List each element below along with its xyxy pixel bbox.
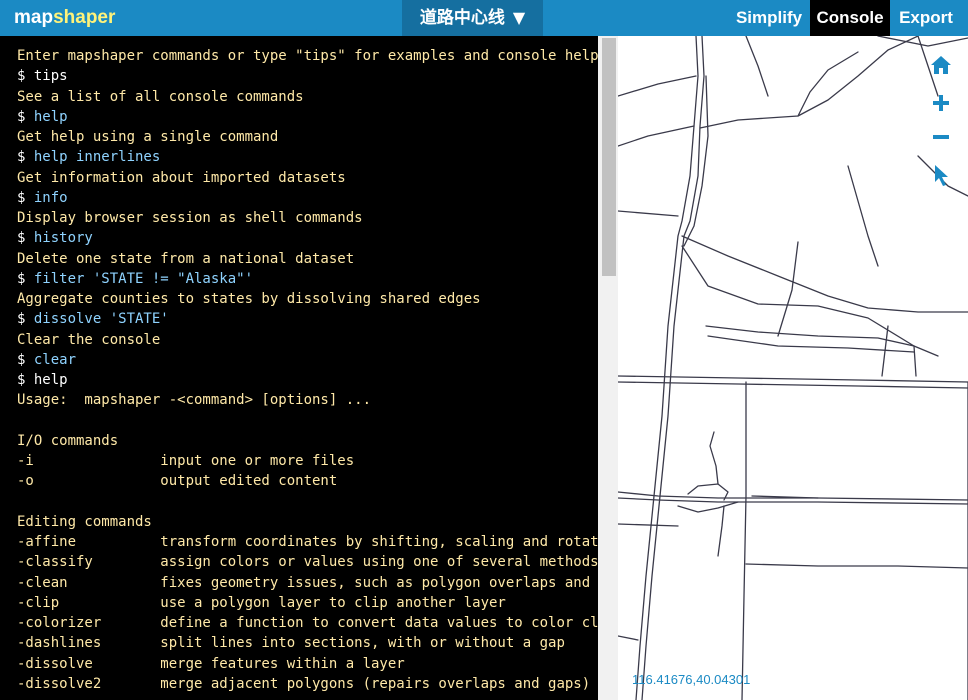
prompt-symbol: $ [17,270,34,287]
command-text: help innerlines [33,149,161,166]
console-message-line: Delete one state from a national dataset [17,250,355,267]
console-message-line: Aggregate counties to states by dissolvi… [17,291,481,307]
map-coordinates-readout: 116.41676,40.04301 [632,672,751,687]
console-message-line: Clear the console [17,331,161,348]
app-logo: mapshaper [14,0,115,36]
console-message-line: -i input one or more files [17,453,355,469]
logo-text-shaper: shaper [53,7,116,28]
console-command-line: $ dissolve 'STATE' [17,309,597,329]
home-icon[interactable] [928,52,954,78]
command-text: clear [33,351,77,368]
console-message-line: -clean fixes geometry issues, such as po… [17,574,618,591]
console-command-line: $ info [17,188,597,208]
prompt-symbol: $ [17,311,34,328]
layer-menu-button[interactable]: 道路中心线 ▼ [402,0,543,36]
console-command-line: $ help [17,107,597,127]
zoom-in-icon[interactable] [928,90,954,116]
command-text: info [33,189,68,206]
console-message-line: -affine transform coordinates by shiftin… [17,534,618,550]
prompt-symbol: $ [17,189,34,206]
prompt-symbol: $ [17,372,34,388]
command-text: history [33,230,93,247]
console-message-line: Enter mapshaper commands or type "tips" … [17,48,599,64]
console-message-line: I/O commands [17,432,119,449]
pointer-icon[interactable] [928,162,954,188]
console-message-line: -o output edited content [17,473,338,490]
layer-name: 道路中心线 [419,8,505,28]
console-command-line: $ help innerlines [17,147,597,167]
console-message-line: Get information about imported datasets [17,169,346,186]
export-button[interactable]: Export [891,0,961,36]
console-message-line: -dissolve merge features within a layer [17,655,405,672]
console-message-line: Editing commands [17,513,152,530]
prompt-symbol: $ [17,108,34,125]
road-network-map [618,36,968,700]
console-message-line: -clip use a polygon layer to clip anothe… [17,594,506,611]
console-command-line: $ history [17,228,597,248]
logo-text-map: map [14,7,54,28]
console-message-line: -dashlines split lines into sections, wi… [17,635,565,652]
console-message-line: -colorizer define a function to convert … [17,615,618,631]
command-text: help [33,372,68,388]
console-message-line [17,492,597,512]
map-panel[interactable]: 116.41676,40.04301 [618,36,968,700]
console-message-line [17,411,597,431]
command-text: help [33,108,68,125]
console-message-line: -classify assign colors or values using … [17,554,599,571]
zoom-out-icon[interactable] [928,124,954,150]
console-message-line: Usage: mapshaper -<command> [options] ..… [17,392,372,409]
console-output: Enter mapshaper commands or type "tips" … [17,46,618,694]
header-bar: mapshaper 道路中心线 ▼ Simplify Console Export [0,0,968,36]
command-text: dissolve 'STATE' [33,311,169,328]
console-message-line: Get help using a single command [17,129,279,145]
console-button[interactable]: Console [810,0,890,36]
prompt-symbol: $ [17,230,34,247]
simplify-button[interactable]: Simplify [730,0,808,36]
console-command-line: $ filter 'STATE != "Alaska"' [17,269,597,289]
console-scroll-thumb[interactable] [602,38,616,276]
command-text: filter 'STATE != "Alaska"' [33,270,254,287]
console-message-line: -dissolve2 merge adjacent polygons (repa… [17,675,591,692]
command-text: tips [33,68,68,85]
console-message-line: See a list of all console commands [17,88,304,105]
console-panel[interactable]: Enter mapshaper commands or type "tips" … [0,36,618,700]
prompt-symbol: $ [17,351,34,368]
console-command-line: $ clear [17,350,597,370]
caret-down-icon: ▼ [512,8,526,27]
console-message-line: Display browser session as shell command… [17,210,363,226]
console-command-line: $ help [17,370,597,390]
console-command-line: $ tips [17,66,597,86]
prompt-symbol: $ [17,68,34,85]
prompt-symbol: $ [17,149,34,166]
